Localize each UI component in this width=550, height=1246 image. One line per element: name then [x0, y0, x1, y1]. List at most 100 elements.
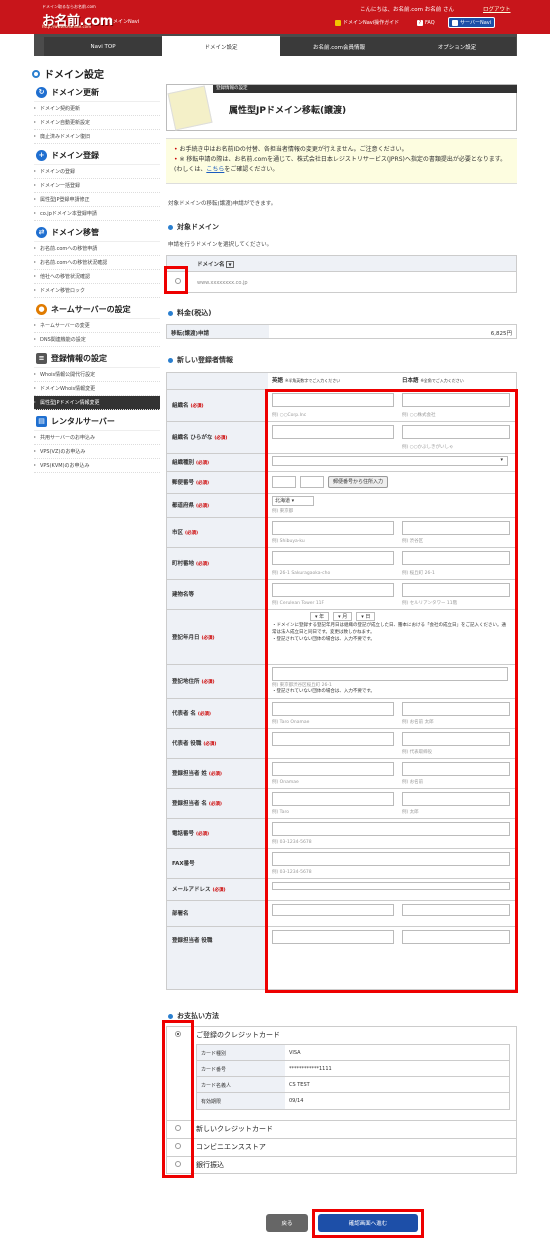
guide-button[interactable]: ドメインNavi操作ガイド	[332, 17, 402, 28]
sidebar-item[interactable]: co.jpドメイン本登録申請	[34, 207, 160, 221]
payment-option-registered: ご登録のクレジットカード	[196, 1031, 280, 1039]
row-label-text: 部署名	[172, 911, 189, 917]
tab-member-info[interactable]: お名前.com会員情報	[280, 37, 398, 56]
fee-label: 移転(譲渡)申請	[167, 325, 269, 338]
sidebar-item[interactable]: 共用サーバーのお申込み	[34, 431, 160, 445]
row-label: 組織名 ひらがな (必須)	[172, 433, 227, 441]
intro-text: 対象ドメインの移転(譲渡)申請ができます。	[168, 201, 277, 207]
row-label-text: 登録担当者 役職	[172, 938, 213, 944]
required-mark: (必須)	[190, 404, 204, 409]
server-navi-button[interactable]: サーバーNavi	[448, 17, 496, 28]
sidebar-item[interactable]: DNS関連機能の設定	[34, 333, 160, 347]
row-label: 代表者 役職 (必須)	[172, 739, 216, 747]
sidebar-item[interactable]: ドメイン契約更新	[34, 102, 160, 116]
col-ja-header: 日本語 ※全角でご入力ください	[402, 376, 464, 384]
section-heading-text: 対象ドメイン	[177, 223, 219, 231]
highlight-box	[164, 266, 188, 294]
plus-icon: +	[36, 150, 47, 161]
required-mark: (必須)	[203, 742, 217, 747]
server-icon	[452, 19, 458, 26]
domain-col-header[interactable]: ドメイン名 ▼	[197, 260, 234, 268]
row-label: 登録担当者 姓 (必須)	[172, 769, 222, 777]
row-label: 部署名	[172, 909, 189, 917]
sort-icon[interactable]: ▼	[226, 261, 234, 268]
target-table: ドメイン名 ▼ www.xxxxxxxx.co.jp	[166, 255, 517, 293]
required-mark: (必須)	[212, 888, 226, 893]
card-row: 有効期限 09/14	[197, 1093, 509, 1109]
details-link[interactable]: こちら	[206, 166, 224, 173]
tab-domain-settings[interactable]: ドメイン設定	[162, 36, 280, 57]
page-title: ドメイン設定	[32, 66, 104, 81]
sidebar-item[interactable]: ドメイン自動更新設定	[34, 116, 160, 130]
row-label-text: 郵便番号	[172, 480, 195, 486]
sidebar-item[interactable]: VPS(VZ)のお申込み	[34, 445, 160, 459]
domain-col-label: ドメイン名	[197, 262, 225, 268]
sidebar-item[interactable]: 他社への移管状況確認	[34, 270, 160, 284]
sidebar-section-title: ● ネームサーバーの設定	[34, 301, 160, 319]
row-label: 郵便番号 (必須)	[172, 478, 209, 486]
sidebar-item[interactable]: ドメインの登録	[34, 165, 160, 179]
row-label: 登記年月日 (必須)	[172, 633, 215, 641]
faq-button[interactable]: ? FAQ	[414, 17, 438, 28]
row-label: 登記地住所 (必須)	[172, 677, 215, 685]
card-value: 09/14	[289, 1098, 304, 1104]
divider	[166, 1120, 517, 1121]
sidebar-item[interactable]: ドメインWhois情報変更	[34, 382, 160, 396]
row-label-text: 電話番号	[172, 831, 195, 837]
col-ja-note: ※全角でご入力ください	[420, 378, 464, 383]
onamae-logo[interactable]: ドメイン取るならお名前.com お名前.com http://www.onama…	[42, 4, 138, 30]
row-label-text: 組織名	[172, 403, 189, 409]
sidebar-item[interactable]: VPS(KVM)のお申込み	[34, 459, 160, 473]
greeting-text: こんにちは、お名前.com お名前 さん	[360, 7, 454, 13]
row-label-text: 建物名等	[172, 592, 195, 598]
row-label-text: 代表者 名	[172, 711, 196, 717]
tab-navi-top[interactable]: Navi TOP	[44, 37, 162, 56]
book-icon	[335, 19, 341, 26]
server-navi-label: サーバーNavi	[460, 20, 492, 26]
required-mark: (必須)	[208, 802, 222, 807]
title-box-title: 属性型JPドメイン移転(譲渡)	[229, 106, 347, 116]
section-title-text: ドメイン更新	[51, 88, 99, 97]
sidebar-item[interactable]: お名前.comへの移管状況確認	[34, 256, 160, 270]
notice-line: • ※ 移転申請の際は、お名前.comを通じて、株式会社日本レジストリサービス(…	[174, 155, 509, 175]
title-box: 登録情報の設定 属性型JPドメイン移転(譲渡)	[166, 84, 517, 131]
row-label: 組織種別 (必須)	[172, 458, 209, 466]
section-title-text: レンタルサーバー	[51, 417, 115, 426]
required-mark: (必須)	[195, 481, 210, 486]
back-button[interactable]: 戻る	[266, 1214, 308, 1232]
page-title-text: ドメイン設定	[44, 70, 104, 81]
row-label-text: 都道府県	[172, 503, 195, 509]
sidebar-item-active[interactable]: 属性型JPドメイン情報変更	[34, 396, 160, 410]
main-tabs: Navi TOP ドメイン設定 お名前.com会員情報 オプション設定	[34, 34, 517, 57]
sidebar-item[interactable]: 属性型JP登録申請修正	[34, 193, 160, 207]
sidebar-section: ⇄ ドメイン移管 お名前.comへの移管申請 お名前.comへの移管状況確認 他社…	[34, 224, 160, 298]
sidebar-item[interactable]: ネームサーバーの変更	[34, 319, 160, 333]
sidebar-section-title: ≡ 登録情報の設定	[34, 350, 160, 368]
logo-subtitle: ドメインNavi	[108, 19, 140, 25]
section-title-text: 登録情報の設定	[51, 354, 107, 363]
card-row: カード番号 ************1111	[197, 1061, 509, 1077]
row-label: 登録担当者 名 (必須)	[172, 799, 222, 807]
section-heading-text: 料金(税込)	[177, 309, 212, 317]
card-key: カード番号	[197, 1061, 285, 1076]
sidebar-item[interactable]: ドメイン移管ロック	[34, 284, 160, 298]
highlight-box	[265, 389, 518, 993]
question-icon: ?	[417, 19, 423, 26]
required-mark: (必須)	[195, 562, 210, 567]
sidebar-item[interactable]: お名前.comへの移管申請	[34, 242, 160, 256]
guide-label: ドメインNavi操作ガイド	[343, 20, 400, 26]
row-label-text: 登記地住所	[172, 679, 200, 685]
circle-icon	[32, 69, 40, 78]
notice-line: • お手続き中はお名前IDの付替、各担当者情報の変更が行えません。ご注意ください…	[174, 145, 509, 155]
sidebar-item[interactable]: Whois情報公開代行設定	[34, 368, 160, 382]
sidebar-item[interactable]: 廃止済みドメイン復旧	[34, 130, 160, 144]
sidebar-item[interactable]: ドメイン一括登録	[34, 179, 160, 193]
payment-option-bank: 銀行振込	[196, 1161, 224, 1169]
logout-link[interactable]: ログアウト	[483, 5, 511, 13]
refresh-icon: ↻	[36, 87, 47, 98]
section-heading-text: 新しい登録者情報	[177, 356, 233, 364]
row-label: 建物名等	[172, 590, 194, 598]
col-en-label: 英語	[272, 378, 284, 384]
tab-options[interactable]: オプション設定	[398, 37, 516, 56]
divider	[166, 1156, 517, 1157]
